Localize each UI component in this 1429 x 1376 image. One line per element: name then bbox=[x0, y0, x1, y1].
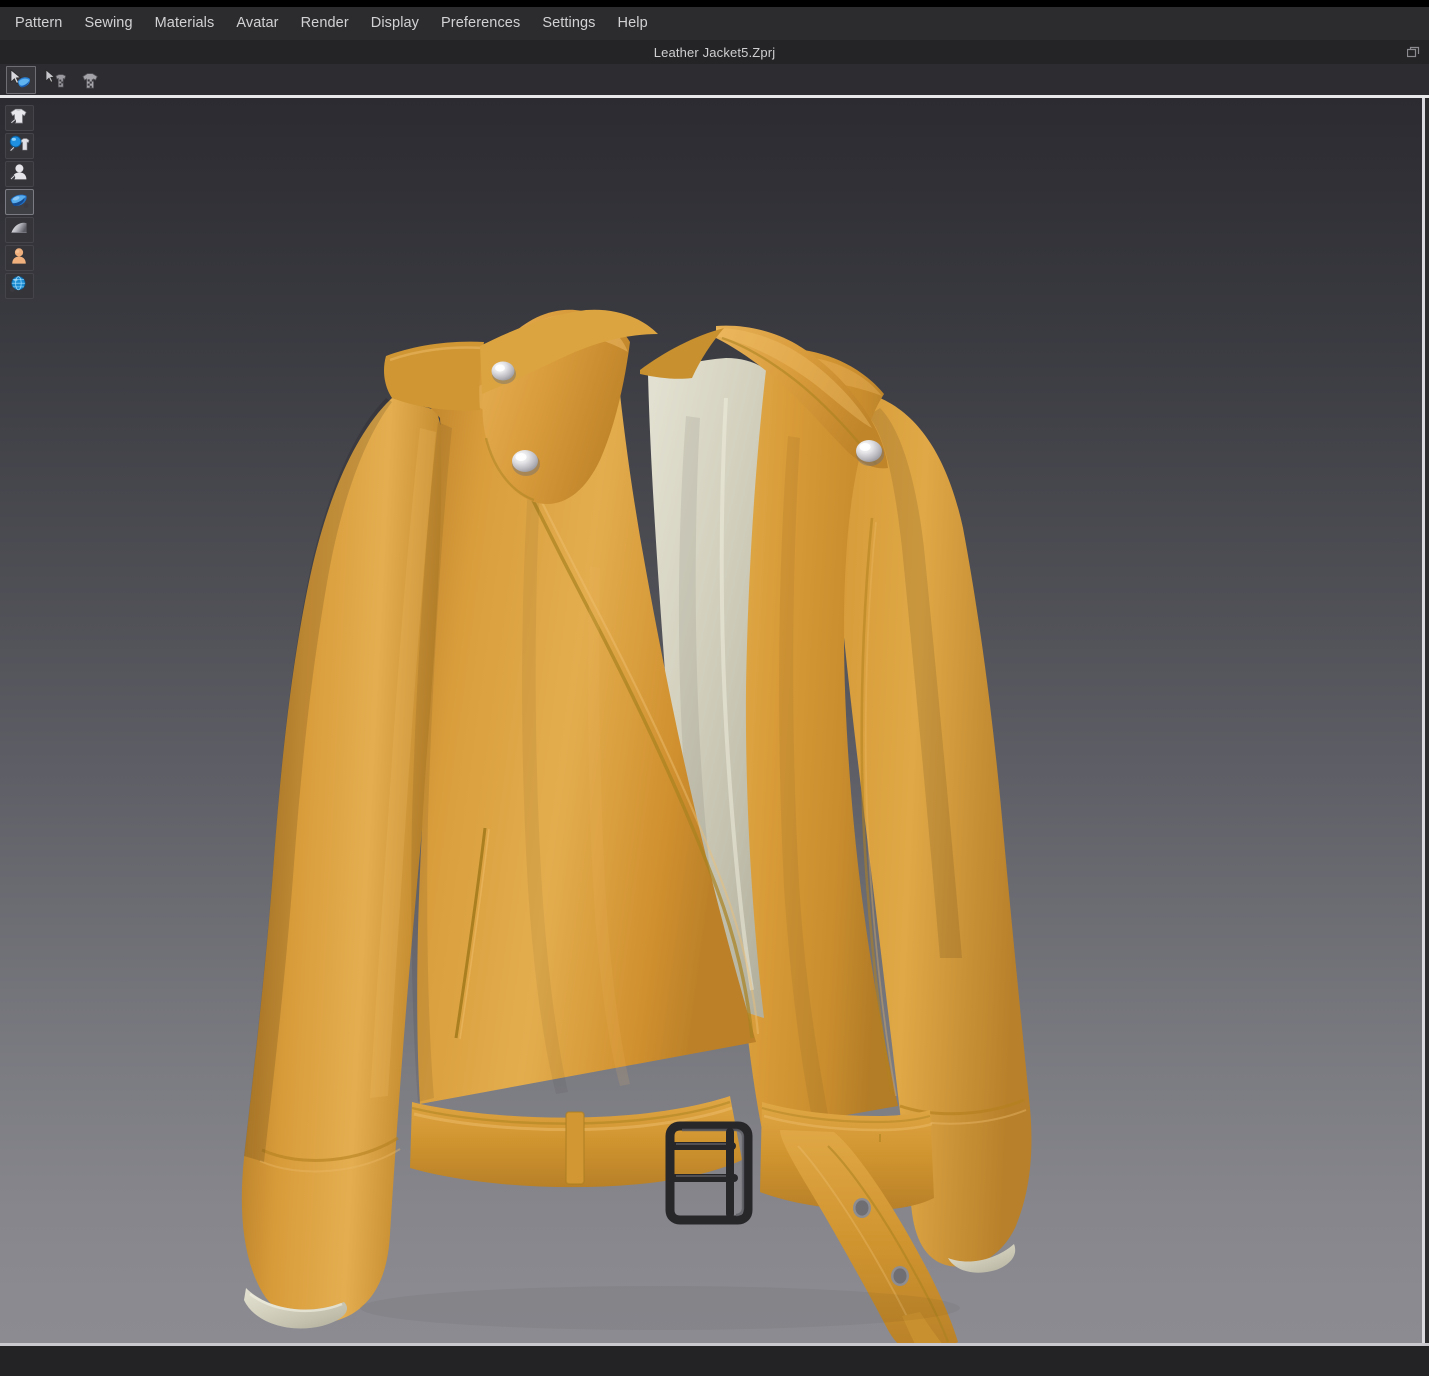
menu-bar: Pattern Sewing Materials Avatar Render D… bbox=[0, 7, 1429, 40]
menu-item-render[interactable]: Render bbox=[290, 10, 360, 38]
select-pattern-tool[interactable] bbox=[78, 66, 108, 94]
menu-item-help[interactable]: Help bbox=[607, 10, 659, 38]
main-toolbar bbox=[0, 64, 1429, 95]
avatar-library-button[interactable] bbox=[5, 161, 34, 187]
hardware-library-button[interactable] bbox=[5, 217, 34, 243]
menu-item-preferences[interactable]: Preferences bbox=[430, 10, 531, 38]
garment-library-button[interactable] bbox=[5, 105, 34, 131]
face-avatar-icon bbox=[8, 246, 30, 271]
fabric-roll-library-button[interactable] bbox=[5, 189, 34, 215]
menu-item-pattern[interactable]: Pattern bbox=[4, 10, 73, 38]
select-move-fabric-tool[interactable] bbox=[6, 66, 36, 94]
menu-item-sewing[interactable]: Sewing bbox=[73, 10, 143, 38]
globe-icon bbox=[8, 274, 30, 299]
fabric-roll-icon bbox=[8, 190, 30, 215]
3d-garment-viewport[interactable] bbox=[0, 98, 1423, 1345]
leather-jacket-3d-render bbox=[0, 98, 1423, 1345]
fabric-texture-library-button[interactable] bbox=[5, 133, 34, 159]
document-title: Leather Jacket5.Zprj bbox=[654, 45, 776, 60]
menu-item-display[interactable]: Display bbox=[360, 10, 430, 38]
restore-window-icon[interactable] bbox=[1405, 44, 1423, 60]
select-mesh-tool[interactable] bbox=[42, 66, 72, 94]
window-top-strip bbox=[0, 0, 1429, 7]
clo3d-application-window: Pattern Sewing Materials Avatar Render D… bbox=[0, 0, 1429, 1376]
tshirt-icon bbox=[8, 106, 30, 131]
sphere-garment-icon bbox=[8, 134, 30, 159]
menu-item-settings[interactable]: Settings bbox=[531, 10, 606, 38]
menu-item-avatar[interactable]: Avatar bbox=[225, 10, 289, 38]
gradient-cone-icon bbox=[8, 218, 30, 243]
pose-library-button[interactable] bbox=[5, 245, 34, 271]
viewport-right-border bbox=[1422, 98, 1425, 1345]
avatar-bust-icon bbox=[8, 162, 30, 187]
window-bottom-strip bbox=[0, 1346, 1429, 1376]
menu-item-materials[interactable]: Materials bbox=[144, 10, 226, 38]
document-title-bar: Leather Jacket5.Zprj bbox=[0, 40, 1429, 64]
left-library-dock bbox=[0, 98, 38, 299]
environment-library-button[interactable] bbox=[5, 273, 34, 299]
